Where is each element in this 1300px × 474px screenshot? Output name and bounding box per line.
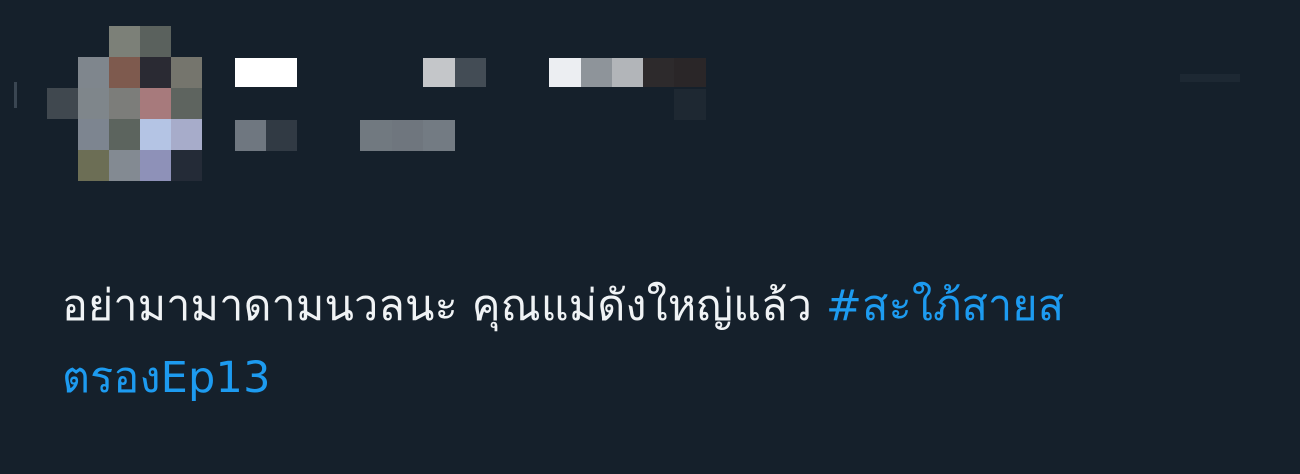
redacted-handle[interactable] <box>423 58 455 87</box>
avatar-pixel <box>140 88 171 119</box>
redacted-handle[interactable] <box>643 58 674 87</box>
avatar-pixel <box>47 88 78 119</box>
avatar[interactable] <box>47 26 204 183</box>
avatar-pixel <box>140 119 171 150</box>
redacted-meta <box>235 120 266 151</box>
redacted-meta <box>423 120 455 151</box>
avatar-pixel <box>109 119 140 150</box>
redacted-handle[interactable] <box>549 58 581 87</box>
avatar-pixel <box>171 150 202 181</box>
faint-divider <box>1180 74 1240 82</box>
avatar-pixel <box>171 119 202 150</box>
redacted-handle <box>674 89 706 120</box>
redacted-display-name[interactable] <box>235 58 297 87</box>
avatar-pixel <box>109 150 140 181</box>
avatar-pixel <box>109 26 140 57</box>
tweet-text: อย่ามามาดามนวลนะ คุณแม่ดังใหญ่แล้ว #สะใภ… <box>62 270 1242 414</box>
redacted-meta <box>392 120 423 151</box>
redacted-handle[interactable] <box>581 58 612 87</box>
avatar-pixel <box>78 119 109 150</box>
avatar-pixel <box>171 88 202 119</box>
avatar-pixel <box>78 57 109 88</box>
tweet-card[interactable]: อย่ามามาดามนวลนะ คุณแม่ดังใหญ่แล้ว #สะใภ… <box>0 0 1300 474</box>
avatar-pixel <box>140 150 171 181</box>
edge-marker <box>14 82 17 108</box>
avatar-pixel <box>171 57 202 88</box>
avatar-pixel <box>140 26 171 57</box>
avatar-pixel <box>109 57 140 88</box>
redacted-handle[interactable] <box>455 58 486 87</box>
tweet-body: อย่ามามาดามนวลนะ คุณแม่ดังใหญ่แล้ว <box>62 281 826 331</box>
redacted-meta <box>266 120 297 151</box>
avatar-pixel <box>109 88 140 119</box>
avatar-pixel <box>78 150 109 181</box>
redacted-handle[interactable] <box>612 58 643 87</box>
redacted-handle[interactable] <box>674 58 706 87</box>
redacted-meta <box>360 120 392 151</box>
avatar-pixel <box>140 57 171 88</box>
avatar-pixel <box>78 88 109 119</box>
